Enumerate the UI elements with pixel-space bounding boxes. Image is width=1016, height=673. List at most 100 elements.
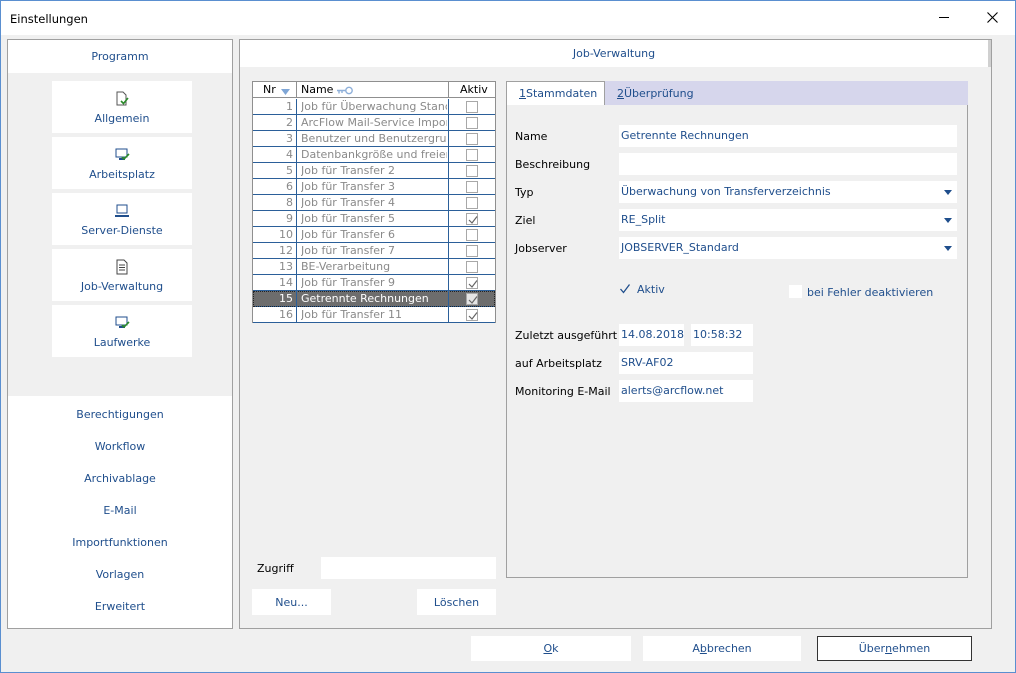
row-active-checkbox[interactable] (466, 309, 478, 321)
column-separator (296, 99, 297, 115)
accesskey: b (699, 642, 707, 655)
apply-button[interactable]: Über n ehmen (817, 636, 972, 661)
table-row[interactable]: 15 Getrennte Rechnungen (253, 291, 495, 307)
table-row[interactable]: 8 Job für Transfer 4 (253, 195, 495, 211)
target-select[interactable]: RE_Split (619, 209, 957, 231)
row-active-checkbox[interactable] (466, 245, 478, 257)
check-icon (468, 216, 478, 224)
monitor-check-icon (115, 316, 130, 329)
table-row[interactable]: 13 BE-Verarbeitung (253, 259, 495, 275)
table-row[interactable]: 5 Job für Transfer 2 (253, 163, 495, 179)
row-active-checkbox[interactable] (466, 197, 478, 209)
access-input[interactable] (321, 557, 496, 579)
last-run-label: Zuletzt ausgeführt (515, 329, 618, 342)
column-separator (296, 131, 297, 147)
row-name: Getrennte Rechnungen (301, 292, 429, 305)
window-title: Einstellungen (10, 12, 88, 26)
sidebar-tile-laufwerke[interactable]: Laufwerke (52, 305, 192, 357)
settings-sidebar: Programm Allgemein Arbeitsplatz Server-D… (7, 39, 233, 629)
column-header-aktiv[interactable]: Aktiv (460, 83, 488, 96)
row-active-checkbox[interactable] (466, 277, 478, 289)
column-separator (448, 99, 449, 115)
column-header-nr[interactable]: Nr (263, 83, 276, 96)
name-input[interactable]: Getrennte Rechnungen (619, 125, 957, 147)
sidebar-link-berechtigungen[interactable]: Berechtigungen (8, 408, 232, 421)
column-header-name[interactable]: Name (301, 83, 333, 96)
minimize-button[interactable] (921, 1, 967, 33)
accesskey: O (543, 642, 553, 655)
disable-on-error-label[interactable]: bei Fehler deaktivieren (807, 286, 933, 299)
table-row[interactable]: 14 Job für Transfer 9 (253, 275, 495, 291)
column-separator (296, 195, 297, 211)
ok-button[interactable]: Ok (471, 636, 631, 661)
new-job-button[interactable]: Neu... (252, 589, 331, 615)
sidebar-tile-allgemein[interactable]: Allgemein (52, 81, 192, 133)
tab-stammdaten[interactable]: 1 Stammdaten (506, 81, 605, 105)
sidebar-tile-arbeitsplatz[interactable]: Arbeitsplatz (52, 137, 192, 189)
row-active-checkbox[interactable] (466, 181, 478, 193)
description-input[interactable] (619, 153, 957, 175)
row-name: Job für Transfer 11 (301, 308, 403, 321)
table-row[interactable]: 4 Datenbankgröße und freien (253, 147, 495, 163)
row-nr: 10 (279, 228, 293, 241)
page-title: Job-Verwaltung (240, 40, 988, 67)
row-active-checkbox[interactable] (466, 133, 478, 145)
chevron-down-icon (944, 190, 952, 195)
sidebar-link-vorlagen[interactable]: Vorlagen (8, 568, 232, 581)
table-row[interactable]: 16 Job für Transfer 11 (253, 307, 495, 323)
row-active-checkbox[interactable] (466, 117, 478, 129)
label: A (692, 642, 700, 655)
row-name: Job für Transfer 6 (301, 228, 396, 241)
sidebar-link-archivablage[interactable]: Archivablage (8, 472, 232, 485)
row-active-checkbox[interactable] (466, 149, 478, 161)
table-row[interactable]: 1 Job für Überwachung Standard (253, 99, 495, 115)
row-active-checkbox[interactable] (466, 101, 478, 113)
active-label[interactable]: Aktiv (637, 283, 665, 296)
settings-window: Einstellungen Programm Allgemein Arbeits… (0, 0, 1016, 673)
row-active-checkbox[interactable] (466, 293, 478, 305)
table-row[interactable]: 9 Job für Transfer 5 (253, 211, 495, 227)
sidebar-tile-job-verwaltung[interactable]: Job-Verwaltung (52, 249, 192, 301)
sidebar-link-importfunktionen[interactable]: Importfunktionen (8, 536, 232, 549)
row-active-checkbox[interactable] (466, 229, 478, 241)
monitoring-email-input[interactable]: alerts@arcflow.net (619, 380, 753, 402)
row-nr: 5 (286, 164, 293, 177)
tab-accesskey: 2 (617, 86, 624, 100)
chevron-down-icon (944, 246, 952, 251)
monitoring-email-label: Monitoring E-Mail (515, 385, 611, 398)
table-row[interactable]: 10 Job für Transfer 6 (253, 227, 495, 243)
active-checkbox[interactable] (619, 283, 631, 295)
delete-job-button[interactable]: Löschen (417, 589, 496, 615)
table-row[interactable]: 12 Job für Transfer 7 (253, 243, 495, 259)
sidebar-header-programm[interactable]: Programm (8, 40, 232, 73)
column-separator (296, 147, 297, 163)
row-nr: 6 (286, 180, 293, 193)
key-icon (337, 85, 353, 98)
row-name: Job für Transfer 7 (301, 244, 396, 257)
sidebar-link-erweitert[interactable]: Erweitert (8, 600, 232, 613)
column-separator (296, 307, 297, 323)
sidebar-tile-label: Allgemein (94, 112, 150, 125)
sidebar-link-workflow[interactable]: Workflow (8, 440, 232, 453)
row-active-checkbox[interactable] (466, 165, 478, 177)
row-nr: 8 (286, 196, 293, 209)
row-active-checkbox[interactable] (466, 213, 478, 225)
sort-desc-icon (281, 85, 290, 98)
table-row[interactable]: 2 ArcFlow Mail-Service Import (253, 115, 495, 131)
sidebar-tile-server-dienste[interactable]: Server-Dienste (52, 193, 192, 245)
jobserver-select-value: JOBSERVER_Standard (621, 241, 739, 254)
label: brechen (706, 642, 752, 655)
row-active-checkbox[interactable] (466, 261, 478, 273)
tab-ueberpruefung[interactable]: 2 Überprüfung (617, 81, 727, 105)
row-name: Job für Überwachung Standard (301, 100, 447, 113)
target-select-value: RE_Split (621, 213, 666, 226)
type-select[interactable]: Überwachung von Transferverzeichnis (619, 181, 957, 203)
close-button[interactable] (969, 1, 1015, 33)
disable-on-error-checkbox[interactable] (789, 285, 802, 298)
cancel-button[interactable]: Ab brechen (643, 636, 801, 661)
sidebar-link-email[interactable]: E-Mail (8, 504, 232, 517)
table-row[interactable]: 6 Job für Transfer 3 (253, 179, 495, 195)
jobserver-select[interactable]: JOBSERVER_Standard (619, 237, 957, 259)
job-list[interactable]: Nr Name Aktiv 1 Job für Überwachung Stand… (252, 81, 496, 323)
table-row[interactable]: 3 Benutzer und Benutzergruppen (253, 131, 495, 147)
